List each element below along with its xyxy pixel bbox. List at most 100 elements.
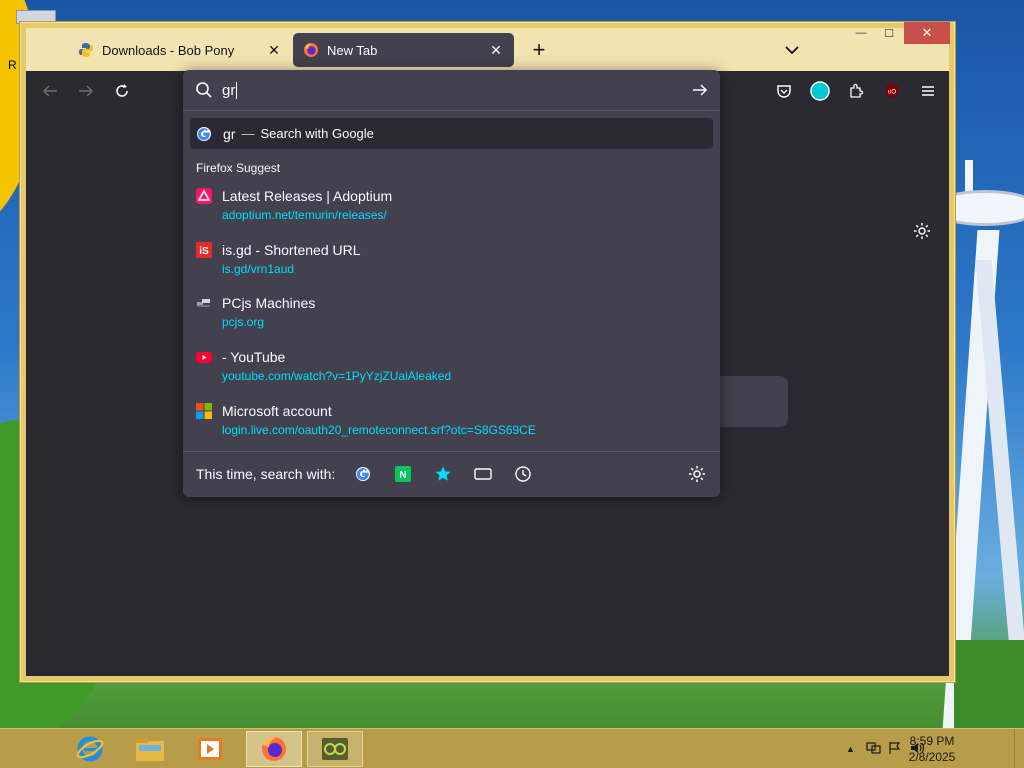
heuristic-search-result[interactable]: gr — Search with Google — [190, 118, 713, 149]
window-close-button[interactable]: ✕ — [904, 22, 950, 44]
clock-time: 8:59 PM — [909, 734, 955, 748]
naver-shortcut-button[interactable]: N — [391, 462, 415, 486]
suggestion-row[interactable]: iS is.gd - Shortened URL is.gd/vrn1aud — [190, 236, 713, 286]
firefox-taskbar-button[interactable] — [246, 731, 302, 767]
history-shortcut-button[interactable] — [511, 462, 535, 486]
desktop-icon-label: R — [8, 58, 17, 72]
tab-strip: Downloads - Bob Pony ✕ New Tab ✕ + — ☐ ✕ — [26, 22, 950, 71]
puzzle-icon — [850, 83, 864, 98]
search-icon — [196, 82, 212, 98]
firefox-suggest-label: Firefox Suggest — [196, 161, 281, 175]
tab-close-button[interactable]: ✕ — [488, 42, 504, 59]
svg-text:N: N — [400, 470, 407, 481]
urlbar-input-row: gr — [183, 70, 720, 110]
clock-icon — [515, 466, 531, 482]
pocket-icon — [777, 85, 791, 98]
clock[interactable]: 8:59 PM 2/8/2025 — [892, 733, 972, 765]
microsoft-icon — [196, 403, 212, 419]
tabs-shortcut-button[interactable] — [471, 462, 495, 486]
ntp-search-box[interactable] — [718, 376, 788, 427]
tab-new-tab[interactable]: New Tab ✕ — [293, 33, 514, 67]
suggestion-title: PCjs Machines — [222, 295, 316, 311]
naver-icon: N — [395, 466, 412, 482]
minimize-button[interactable]: — — [848, 22, 874, 44]
account-avatar-icon — [810, 81, 830, 101]
urlbar-input[interactable]: gr — [222, 82, 235, 99]
gear-icon — [689, 466, 705, 482]
ublock-button[interactable]: uO — [878, 77, 906, 105]
terminal-app-icon — [322, 738, 348, 760]
show-hidden-icons-button[interactable]: ▲ — [846, 744, 860, 754]
divider — [183, 451, 720, 452]
google-icon — [356, 467, 371, 481]
media-player-icon — [198, 738, 222, 760]
arrow-right-icon — [693, 84, 708, 96]
suggestion-url: adoptium.net/temurin/releases/ — [222, 208, 387, 222]
wallpaper-tower-spire — [965, 160, 973, 194]
network-icon — [866, 741, 881, 754]
suggestion-url: is.gd/vrn1aud — [222, 262, 295, 276]
isgd-icon: iS — [196, 242, 212, 258]
search-shortcuts-label: This time, search with: — [196, 466, 336, 482]
ntp-customize-button[interactable] — [910, 219, 934, 243]
tab-close-button[interactable]: ✕ — [266, 42, 282, 59]
media-player-button[interactable] — [182, 731, 238, 767]
youtube-icon — [196, 352, 212, 363]
file-explorer-button[interactable] — [122, 731, 178, 767]
ublock-origin-icon: uO — [886, 84, 898, 98]
pcjs-icon — [197, 299, 210, 307]
hamburger-menu-icon — [922, 86, 934, 96]
gear-icon — [914, 223, 930, 239]
suggestion-row[interactable]: PCjs Machines pcjs.org — [190, 289, 713, 339]
app-menu-button[interactable] — [914, 77, 942, 105]
search-shortcuts: This time, search with: N — [196, 460, 720, 488]
pocket-button[interactable] — [770, 77, 798, 105]
urlbar-popup: gr gr — Search with Google Firefox Sugge… — [183, 70, 720, 497]
suggestion-row[interactable]: Microsoft account login.live.com/oauth20… — [190, 397, 713, 447]
svg-text:uO: uO — [888, 90, 896, 96]
app-taskbar-button[interactable] — [307, 731, 363, 767]
arrow-right-icon — [79, 85, 94, 97]
star-icon — [435, 466, 451, 481]
python-icon — [78, 42, 94, 58]
bookmarks-shortcut-button[interactable] — [431, 462, 455, 486]
wallpaper-grass — [954, 640, 1024, 730]
chevron-down-icon — [785, 46, 799, 55]
list-all-tabs-button[interactable] — [778, 36, 806, 64]
firefox-icon — [262, 737, 286, 761]
show-desktop-button[interactable] — [1014, 729, 1024, 768]
arrow-left-icon — [42, 85, 57, 97]
tab-title: Downloads - Bob Pony — [102, 42, 235, 58]
urlbar-go-button[interactable] — [690, 80, 710, 100]
suggestion-row[interactable]: - YouTube youtube.com/watch?v=1PyYzjZUai… — [190, 343, 713, 393]
suggestion-url: login.live.com/oauth20_remoteconnect.srf… — [222, 423, 536, 437]
maximize-button[interactable]: ☐ — [876, 22, 902, 44]
separator-dash: — — [241, 126, 255, 141]
extensions-button[interactable] — [842, 77, 870, 105]
clock-date: 2/8/2025 — [908, 750, 956, 764]
internet-explorer-icon — [76, 736, 104, 762]
new-tab-button[interactable]: + — [525, 36, 553, 64]
firefox-icon — [303, 42, 319, 58]
suggestion-title: Latest Releases | Adoptium — [222, 188, 393, 204]
suggestion-title: - YouTube — [222, 349, 286, 365]
suggestion-url: youtube.com/watch?v=1PyYzjZUaiAleaked — [222, 369, 452, 383]
back-button[interactable] — [36, 77, 64, 105]
google-shortcut-button[interactable] — [351, 462, 375, 486]
suggestion-url: pcjs.org — [222, 315, 265, 329]
reload-button[interactable] — [108, 77, 136, 105]
taskbar: ▲ 8:59 PM 2/8/2025 — [0, 728, 1024, 768]
reload-icon — [116, 84, 128, 97]
search-settings-button[interactable] — [686, 463, 708, 485]
suggestion-row[interactable]: Latest Releases | Adoptium adoptium.net/… — [190, 182, 713, 232]
adoptium-icon — [196, 188, 212, 204]
internet-explorer-button[interactable] — [62, 731, 118, 767]
tab-downloads[interactable]: Downloads - Bob Pony ✕ — [68, 33, 292, 67]
action-center-icon[interactable] — [866, 741, 888, 758]
account-button[interactable] — [806, 77, 834, 105]
search-action-label: Search with Google — [260, 126, 374, 141]
suggestion-title: is.gd - Shortened URL — [222, 242, 361, 258]
forward-button[interactable] — [72, 77, 100, 105]
search-query: gr — [223, 125, 236, 142]
folder-icon — [136, 738, 164, 761]
